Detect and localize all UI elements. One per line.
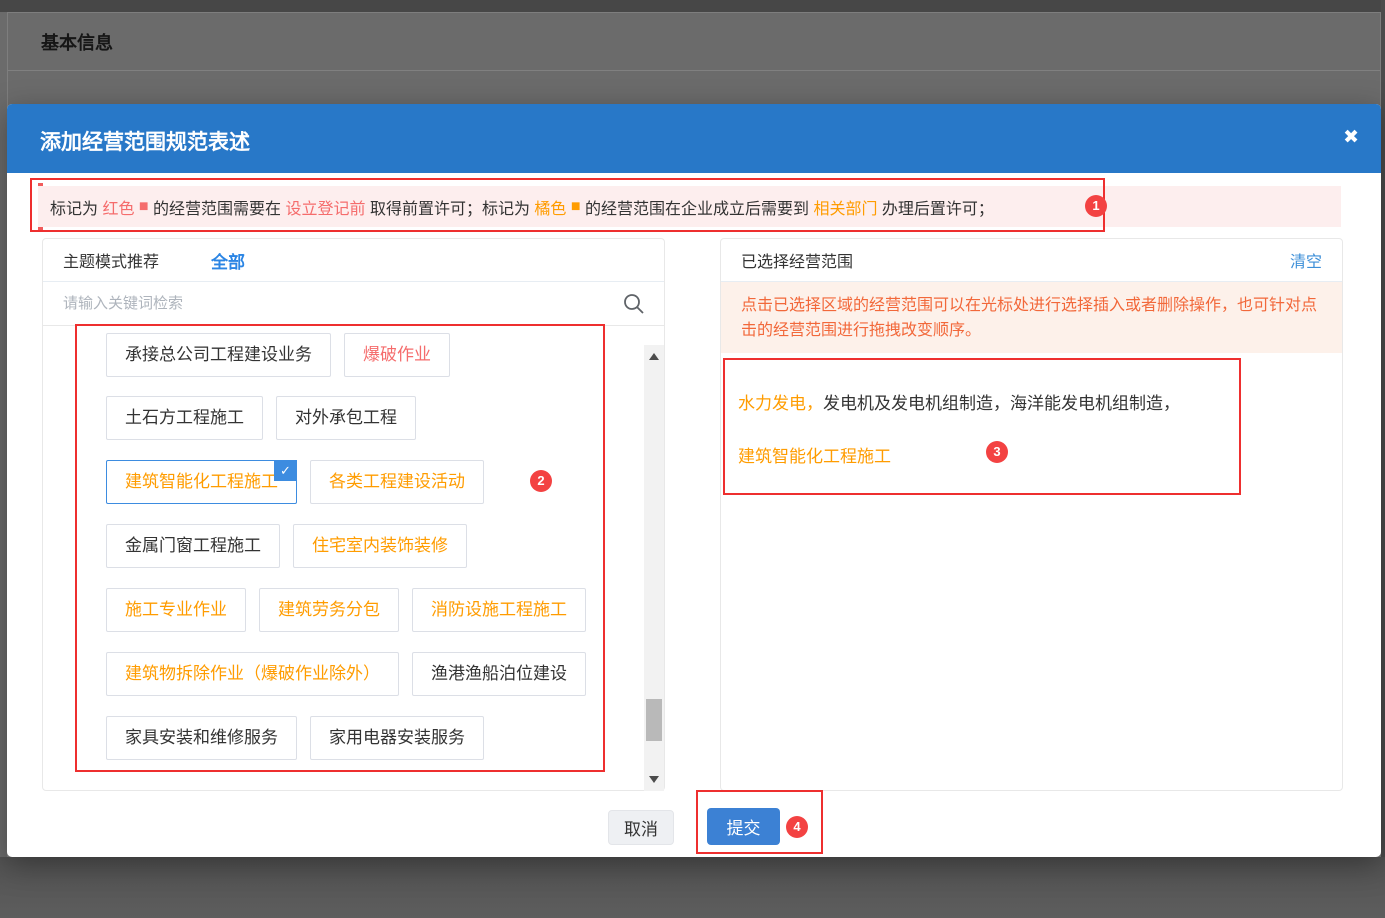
scope-tag[interactable]: 家具安装和维修服务	[106, 716, 297, 760]
tab-all[interactable]: 全部	[211, 248, 245, 273]
notice-seg-orange: 橘色	[534, 195, 566, 219]
scope-tag[interactable]: 土石方工程施工	[106, 396, 263, 440]
clear-all-link[interactable]: 清空	[1290, 248, 1322, 272]
modal-header: 添加经营范围规范表述 ✖	[7, 104, 1381, 173]
scope-tag[interactable]: 承接总公司工程建设业务	[106, 333, 331, 377]
scope-tag[interactable]: 金属门窗工程施工	[106, 524, 280, 568]
close-icon[interactable]: ✖	[1343, 126, 1359, 149]
notice-seg: 的经营范围需要在	[153, 195, 285, 219]
notice-seg: 标记为	[50, 195, 102, 219]
selected-scope-panel: 已选择经营范围 清空 点击已选择区域的经营范围可以在光标处进行选择插入或者删除操…	[720, 238, 1343, 791]
step-badge-2: 2	[530, 470, 552, 492]
selected-scope-line[interactable]: 建筑智能化工程施工	[738, 442, 891, 467]
selected-scope-line[interactable]: 水力发电，发电机及发电机组制造，海洋能发电机组制造，	[738, 389, 1180, 414]
scope-tag[interactable]: 对外承包工程	[276, 396, 416, 440]
page-bottom-strip	[0, 857, 1385, 918]
step-badge-1: 1	[1085, 195, 1107, 217]
submit-button[interactable]: 提交	[707, 808, 780, 845]
scroll-down-icon[interactable]	[649, 776, 659, 783]
tag-row: 施工专业作业 建筑劳务分包 消防设施工程施工	[106, 588, 586, 632]
page-top-strip	[0, 0, 1385, 12]
scroll-up-icon[interactable]	[649, 353, 659, 360]
right-panel-header: 已选择经营范围 清空	[721, 239, 1342, 282]
scope-tag-orange[interactable]: 建筑劳务分包	[259, 588, 399, 632]
scope-tag-orange[interactable]: 消防设施工程施工	[412, 588, 586, 632]
notice-seg-orange: 相关部门	[813, 195, 877, 219]
tag-row: 家具安装和维修服务 家用电器安装服务	[106, 716, 484, 760]
notice-seg: 办理后置许可；	[877, 195, 993, 219]
scope-tag-orange[interactable]: 建筑物拆除作业（爆破作业除外）	[106, 652, 399, 696]
page-title: 基本信息	[41, 29, 113, 55]
search-icon[interactable]	[622, 292, 646, 321]
scrollbar-thumb[interactable]	[646, 699, 662, 741]
tag-row: 建筑智能化工程施工✓ 各类工程建设活动	[106, 460, 484, 504]
modal-title: 添加经营范围规范表述	[40, 126, 250, 156]
tab-theme-recommend[interactable]: 主题模式推荐	[63, 248, 159, 272]
add-business-scope-modal: 添加经营范围规范表述 ✖ 标记为 红色 ■ 的经营范围需要在 设立登记前 取得前…	[7, 104, 1381, 857]
tag-row: 建筑物拆除作业（爆破作业除外） 渔港渔船泊位建设	[106, 652, 586, 696]
scope-picker-panel: 主题模式推荐 全部 承接总公司工程建设业务 爆破作业 土石方工程施工 对外承包工…	[42, 238, 665, 791]
notice-seg: 的经营范围在企业成立后需要到	[585, 195, 813, 219]
checkbox-checked-icon: ✓	[274, 460, 297, 481]
notice-seg: 取得前置许可；标记为	[366, 195, 535, 219]
selected-scope-hint: 点击已选择区域的经营范围可以在光标处进行选择插入或者删除操作，也可针对点击的经营…	[721, 282, 1342, 353]
tag-row: 土石方工程施工 对外承包工程	[106, 396, 416, 440]
red-square-icon: ■	[134, 198, 153, 216]
selected-scope-item-orange[interactable]: 建筑智能化工程施工	[738, 447, 891, 466]
background-title-row: 基本信息	[8, 13, 1380, 71]
selected-scope-title: 已选择经营范围	[741, 248, 853, 272]
page-right-strip	[1381, 0, 1385, 918]
notice-seg-red: 红色	[102, 195, 134, 219]
cancel-button[interactable]: 取消	[608, 810, 674, 845]
selected-scope-item[interactable]: 发电机及发电机组制造，海洋能发电机组制造，	[823, 394, 1180, 413]
step-badge-3: 3	[986, 441, 1008, 463]
keyword-search-input[interactable]	[43, 282, 623, 325]
scope-tag-selected[interactable]: 建筑智能化工程施工✓	[106, 460, 297, 504]
scrollbar[interactable]	[644, 345, 664, 791]
scope-tag-red[interactable]: 爆破作业	[344, 333, 450, 377]
scope-tag-label: 建筑智能化工程施工	[125, 472, 278, 491]
scope-tag-orange[interactable]: 施工专业作业	[106, 588, 246, 632]
notice-seg-red: 设立登记前	[285, 195, 365, 219]
tag-row: 金属门窗工程施工 住宅室内装饰装修	[106, 524, 467, 568]
search-row	[43, 282, 664, 326]
legend-notice: 标记为 红色 ■ 的经营范围需要在 设立登记前 取得前置许可；标记为 橘色 ■ …	[38, 186, 1341, 227]
step-badge-4: 4	[786, 816, 808, 838]
left-panel-tabs: 主题模式推荐 全部	[43, 239, 664, 282]
tag-row: 承接总公司工程建设业务 爆破作业	[106, 333, 450, 377]
orange-square-icon: ■	[566, 198, 585, 216]
scope-tag[interactable]: 家用电器安装服务	[310, 716, 484, 760]
scope-tag-orange[interactable]: 各类工程建设活动	[310, 460, 484, 504]
scope-tag[interactable]: 渔港渔船泊位建设	[412, 652, 586, 696]
selected-scope-item-orange[interactable]: 水力发电，	[738, 394, 823, 413]
scope-tag-orange[interactable]: 住宅室内装饰装修	[293, 524, 467, 568]
